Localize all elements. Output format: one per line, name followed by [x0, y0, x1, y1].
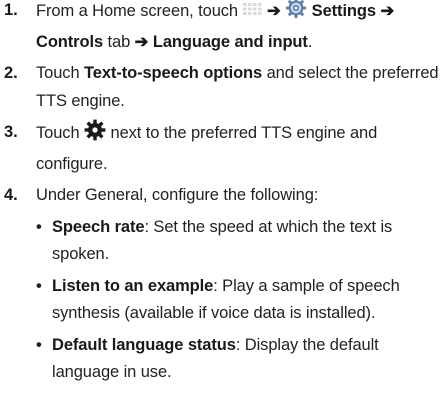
step-text: From a Home screen, touch — [36, 2, 238, 20]
step-4: 4. Under General, configure the followin… — [0, 182, 448, 210]
bullet-dot: • — [36, 217, 42, 236]
controls-label: Controls — [36, 32, 104, 51]
bullet-term: Speech rate — [52, 217, 145, 236]
arrow: ➔ — [380, 2, 395, 20]
step-number: 2. — [4, 64, 18, 82]
step-2: 2. Touch Text-to-speech options and sele… — [0, 60, 448, 115]
gear-icon — [84, 119, 106, 151]
bullet-default-language-status: • Default language status: Display the d… — [0, 332, 418, 387]
bullet-listen-example: • Listen to an example: Play a sample of… — [0, 273, 418, 328]
step-text: Under General, configure the following: — [36, 186, 319, 204]
arrow: ➔ — [266, 2, 281, 20]
period: . — [307, 32, 313, 51]
language-and-input-label: Language and input — [152, 32, 308, 51]
step-3: 3. Touch next to the preferred TTS engin… — [0, 119, 448, 178]
step-1: 1. From a Home screen, touch ➔ Settings … — [0, 0, 448, 56]
settings-label: Settings — [311, 2, 376, 20]
instructions: 1. From a Home screen, touch ➔ Settings … — [0, 0, 448, 391]
bullet-speech-rate: • Speech rate: Set the speed at which th… — [0, 214, 418, 269]
text-to-speech-options-label: Text-to-speech options — [84, 64, 263, 82]
settings-gear-icon — [285, 0, 307, 29]
step-text: Touch — [36, 124, 80, 142]
tab-word: tab — [107, 32, 131, 51]
bullet-term: Default language status — [52, 335, 236, 354]
step-number: 4. — [4, 186, 18, 204]
step-text: Touch — [36, 64, 80, 82]
bullet-dot: • — [36, 276, 42, 295]
bullet-term: Listen to an example — [52, 276, 214, 295]
step-number: 1. — [4, 1, 18, 19]
arrow: ➔ — [134, 32, 149, 51]
bullet-dot: • — [36, 335, 42, 354]
step-number: 3. — [4, 123, 18, 141]
apps-grid-icon — [242, 1, 262, 29]
